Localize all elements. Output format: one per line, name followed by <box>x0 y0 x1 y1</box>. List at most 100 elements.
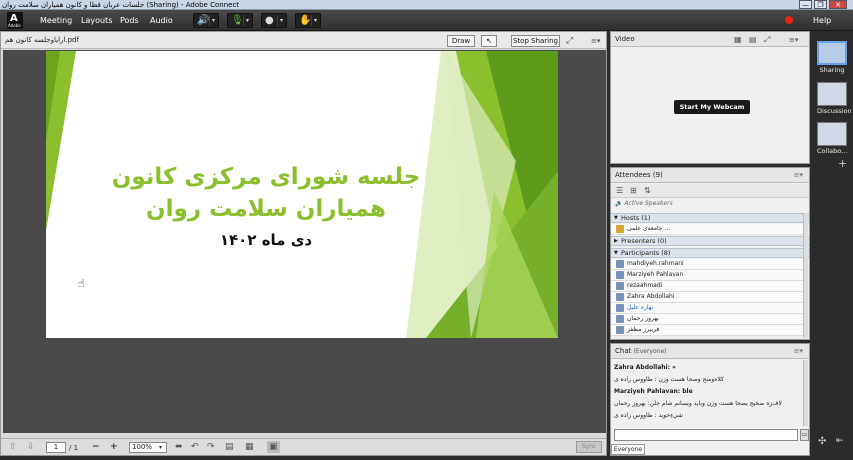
share-filename: اراياوجلسه كانون هم.pdf <box>5 36 79 44</box>
menu-layouts[interactable]: Layouts <box>81 10 112 31</box>
next-page-icon[interactable]: ⇩ <box>27 441 35 453</box>
webcam-button[interactable]: ● ▾ <box>261 13 287 28</box>
undo-icon[interactable]: ↶ <box>191 441 199 453</box>
chevron-down-icon[interactable]: ▾ <box>277 15 285 26</box>
slide-subtitle: دی ماه ۱۴۰۲ <box>219 231 313 249</box>
layout-thumbnail-icon <box>817 82 847 106</box>
participant-row[interactable]: بهروز رحمان <box>611 314 803 325</box>
attendees-scrollbar[interactable] <box>803 213 808 338</box>
pod-menu-icon[interactable]: ≡▾ <box>794 168 803 183</box>
layout-collaboration[interactable]: Collabo... <box>817 122 847 155</box>
microphone-button[interactable]: 🎙 ▾ <box>227 13 253 28</box>
user-avatar-icon <box>616 326 624 334</box>
participant-row[interactable]: فريبرز مظفر <box>611 325 803 336</box>
participant-row[interactable]: rezaahmadi <box>611 281 803 292</box>
slide-title-line2: همیاران سلامت روان <box>146 196 386 222</box>
stop-sharing-button[interactable]: Stop Sharing <box>511 35 560 47</box>
zoom-out-icon[interactable]: − <box>92 441 100 453</box>
attendees-title-text: Attendees <box>615 171 651 179</box>
expand-icon: ▶ <box>614 238 618 244</box>
presenters-section[interactable]: ▶ Presenters (0) <box>611 236 809 246</box>
chat-pod-title: Chat (Everyone) <box>615 344 667 359</box>
recording-indicator-icon[interactable] <box>785 16 793 24</box>
attendees-count: (9) <box>652 171 663 179</box>
pod-menu-icon[interactable]: ≡▾ <box>794 344 803 359</box>
participant-name: بهروز رحمان <box>627 315 659 322</box>
send-button[interactable]: ▭ <box>800 429 809 441</box>
dock-sidebar-icon[interactable]: ⇤ <box>836 436 844 446</box>
menu-help[interactable]: Help <box>813 10 831 31</box>
adobe-logo: A Adobe <box>7 12 23 29</box>
minimize-button[interactable]: — <box>799 0 812 9</box>
video-grid-icon[interactable]: ▦ <box>734 34 742 46</box>
presenters-label: Presenters (0) <box>621 237 667 245</box>
video-pod-title: Video <box>615 35 635 43</box>
layout-discussion[interactable]: Discussion <box>817 82 852 115</box>
user-avatar-icon <box>616 260 624 268</box>
close-button[interactable]: ✕ <box>829 0 847 9</box>
chat-pod-header: Chat (Everyone) ≡▾ <box>611 344 809 359</box>
active-speakers-label: Active Speakers <box>624 200 673 207</box>
pod-menu-icon[interactable]: ≡▾ <box>789 34 798 46</box>
chat-message: کلاه‌ومنج وصحا هست وزن : ‌‌طاووس زاده ی <box>614 376 724 383</box>
presenter-view-icon[interactable]: ▣ <box>267 441 280 453</box>
zoom-in-icon[interactable]: + <box>110 441 118 453</box>
chat-recipient-tab[interactable]: Everyone <box>611 444 645 455</box>
participant-name: mahdiyeh.rahmani <box>627 260 684 267</box>
pointer-button[interactable]: ↖ <box>481 35 497 47</box>
layout-settings-icon[interactable]: ✣ <box>818 436 826 447</box>
sync-button[interactable]: Sync <box>576 441 602 453</box>
active-speakers: 🔈 Active Speakers <box>615 200 673 207</box>
page-number-input[interactable]: 1 <box>46 442 66 453</box>
video-strip-icon[interactable]: ▤ <box>749 34 757 46</box>
layout-label: Discussion <box>817 107 852 115</box>
host-row[interactable]: جامعه‌ی علمی ... <box>611 224 803 235</box>
fullscreen-icon[interactable]: ⤢ <box>566 35 573 47</box>
pod-menu-icon[interactable]: ≡▾ <box>591 35 600 47</box>
hosts-section[interactable]: ▼ Hosts (1) <box>611 213 809 223</box>
chevron-down-icon[interactable]: ▾ <box>311 15 319 26</box>
attendees-pod-header: Attendees (9) ≡▾ <box>611 168 809 183</box>
breakout-icon[interactable]: ⊞ <box>630 185 637 197</box>
previous-page-icon[interactable]: ⇧ <box>9 441 17 453</box>
chat-message: Marziyeh Pahlavan: ble <box>614 388 693 395</box>
hand-cursor-icon: ☝ <box>78 277 85 290</box>
speaker-button[interactable]: 🔊 ▾ <box>193 13 219 28</box>
participant-row[interactable]: Zahra Abdollahi <box>611 292 803 303</box>
send-icon: ▭ <box>801 431 808 438</box>
participants-section[interactable]: ▼ Participants (8) <box>611 248 809 258</box>
sort-icon[interactable]: ⇅ <box>644 185 651 197</box>
maximize-button[interactable]: ❐ <box>814 0 827 9</box>
speaker-icon: 🔊 <box>197 15 210 26</box>
fit-width-icon[interactable]: ⬌ <box>175 441 183 453</box>
draw-button[interactable]: Draw <box>447 35 475 47</box>
fullscreen-icon[interactable]: ⤢ <box>764 34 770 46</box>
chat-message: شي‌ءِخويد : ‌‌طاووس زاده ی <box>614 412 683 419</box>
participant-name: rezaahmadi <box>627 282 663 289</box>
chevron-down-icon[interactable]: ▾ <box>209 15 217 26</box>
add-layout-icon[interactable]: + <box>838 157 847 170</box>
chevron-down-icon[interactable]: ▾ <box>159 442 162 454</box>
expand-icon: ▼ <box>614 250 618 256</box>
chat-messages: Zahra Abdollahi: « کلاه‌ومنج وصحا هست وز… <box>614 362 802 422</box>
layout-label: Sharing <box>819 66 845 74</box>
menu-meeting[interactable]: Meeting <box>40 10 72 31</box>
menu-audio[interactable]: Audio <box>150 10 173 31</box>
chat-scrollbar[interactable] <box>803 360 808 426</box>
share-stage: جلسه شورای مرکزی کانون همیاران سلامت روا… <box>3 50 606 433</box>
document-icon[interactable]: ▤ <box>225 441 234 453</box>
status-button[interactable]: ✋ ▾ <box>295 13 321 28</box>
start-webcam-button[interactable]: Start My Webcam <box>674 100 750 114</box>
user-camera-icon: ● <box>265 15 274 26</box>
chevron-down-icon[interactable]: ▾ <box>243 15 251 26</box>
list-view-icon[interactable]: ☰ <box>616 185 623 197</box>
chat-input[interactable] <box>614 429 798 441</box>
participant-row[interactable]: mahdiyeh.rahmani <box>611 259 803 270</box>
thumbnails-icon[interactable]: ▦ <box>245 441 254 453</box>
participant-row[interactable]: Marziyeh Pahlavan <box>611 270 803 281</box>
chat-title-text: Chat <box>615 347 632 355</box>
redo-icon[interactable]: ↷ <box>207 441 215 453</box>
participant-row[interactable]: بهاره عليل <box>611 303 803 314</box>
menu-pods[interactable]: Pods <box>120 10 139 31</box>
layout-sharing[interactable]: Sharing <box>817 41 847 74</box>
